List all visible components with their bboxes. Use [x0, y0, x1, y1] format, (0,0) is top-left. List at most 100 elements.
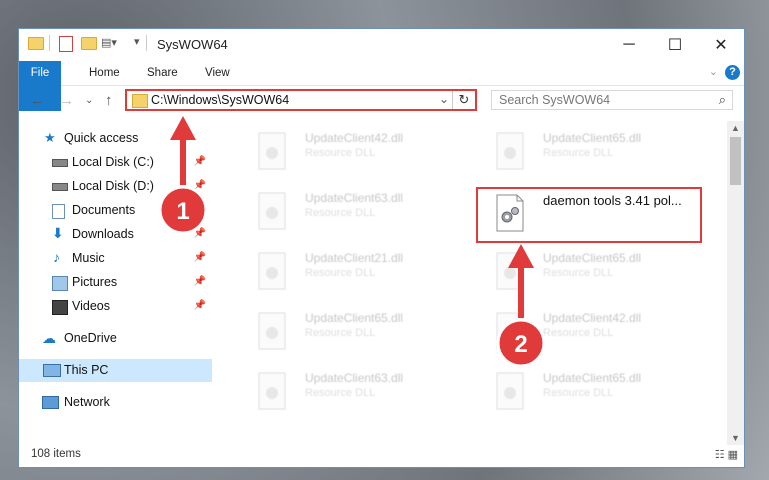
nav-item-this-pc[interactable]: This PC	[19, 359, 212, 382]
nav-item-downloads[interactable]: ⬇ Downloads 📌	[19, 223, 212, 246]
pin-icon: 📌	[193, 156, 206, 167]
file-type: Resource DLL	[543, 387, 614, 399]
recent-locations-icon[interactable]: ⌄	[85, 95, 93, 106]
file-name: UpdateClient65.dll	[305, 311, 404, 325]
pin-icon: 📌	[193, 276, 206, 287]
nav-item-network[interactable]: Network	[19, 391, 212, 414]
file-item[interactable]: UpdateClient63.dll Resource DLL	[237, 367, 467, 417]
nav-item-label: Pictures	[72, 275, 118, 289]
file-item[interactable]: UpdateClient42.dll Resource DLL	[237, 127, 467, 177]
pictures-icon	[52, 276, 68, 291]
nav-item-label: This PC	[64, 363, 109, 377]
item-count: 108 items	[31, 448, 81, 460]
address-bar[interactable]: C:\Windows\SysWOW64 ⌄ ↻	[125, 89, 477, 111]
file-name: UpdateClient63.dll	[305, 191, 404, 205]
chevron-down-icon[interactable]: ▾	[134, 35, 140, 48]
folder-icon	[132, 94, 148, 108]
dll-file-icon	[258, 192, 286, 230]
search-box[interactable]: Search SysWOW64 ⌕	[491, 90, 733, 110]
vertical-scrollbar[interactable]: ▲ ▼	[727, 121, 744, 445]
nav-item-music[interactable]: ♪ Music 📌	[19, 247, 212, 270]
nav-item-documents[interactable]: Documents 📌	[19, 199, 212, 222]
pin-icon: 📌	[193, 252, 206, 263]
file-name: UpdateClient42.dll	[305, 131, 404, 145]
chevron-down-icon[interactable]: ⌄	[439, 92, 449, 106]
nav-item-label: Local Disk (C:)	[72, 155, 154, 169]
nav-item-videos[interactable]: Videos 📌	[19, 295, 212, 318]
file-name: UpdateClient63.dll	[305, 371, 404, 385]
forward-button[interactable]: →	[59, 92, 74, 109]
dll-file-icon	[258, 132, 286, 170]
dll-file-icon	[258, 312, 286, 350]
nav-item-onedrive[interactable]: ☁ OneDrive	[19, 327, 212, 350]
file-item[interactable]: UpdateClient65.dll Resource DLL	[237, 307, 467, 357]
view-toggle-icons[interactable]: ☷ ▦	[715, 448, 738, 461]
nav-item-quick-access[interactable]: ★ Quick access	[19, 127, 212, 150]
refresh-button[interactable]: ↻	[452, 91, 475, 109]
customize-quick-access-icon[interactable]: ▤▾	[101, 36, 117, 49]
pc-icon	[43, 364, 61, 377]
file-type: Resource DLL	[305, 147, 376, 159]
nav-item-label: Quick access	[64, 131, 139, 145]
file-item[interactable]: UpdateClient21.dll Resource DLL	[237, 247, 467, 297]
nav-item-local-disk-d[interactable]: Local Disk (D:) 📌	[19, 175, 212, 198]
file-item[interactable]: UpdateClient63.dll Resource DLL	[237, 187, 467, 237]
ribbon: File Home Share View ⌄ ?	[19, 61, 744, 111]
documents-icon	[52, 204, 65, 219]
scrollbar-thumb[interactable]	[730, 137, 741, 185]
nav-item-pictures[interactable]: Pictures 📌	[19, 271, 212, 294]
pin-icon: 📌	[193, 204, 206, 215]
scroll-up-icon[interactable]: ▲	[731, 123, 740, 133]
close-button[interactable]: ✕	[698, 29, 744, 61]
navigation-pane: ★ Quick access Local Disk (C:) 📌 Local D…	[19, 121, 212, 441]
tab-view[interactable]: View	[197, 61, 238, 85]
scroll-down-icon[interactable]: ▼	[731, 433, 740, 443]
file-item[interactable]: UpdateClient65.dll Resource DLL	[475, 367, 705, 417]
navigation-bar: ← → ⌄ ↑ C:\Windows\SysWOW64 ⌄ ↻ Search S…	[19, 86, 744, 118]
window-title: SysWOW64	[157, 37, 228, 52]
file-list: UpdateClient42.dll Resource DLL UpdateCl…	[217, 121, 729, 441]
file-type: Resource DLL	[305, 327, 376, 339]
dll-file-icon	[496, 312, 524, 350]
music-icon: ♪	[53, 249, 60, 265]
file-item[interactable]: UpdateClient65.dll Resource DLL	[475, 127, 705, 177]
nav-item-label: OneDrive	[64, 331, 117, 345]
file-name: UpdateClient65.dll	[543, 131, 642, 145]
pin-icon: 📌	[193, 300, 206, 311]
download-icon: ⬇	[52, 225, 64, 241]
nav-item-label: Videos	[72, 299, 110, 313]
nav-item-label: Downloads	[72, 227, 134, 241]
tab-share[interactable]: Share	[139, 61, 186, 85]
file-item[interactable]: UpdateClient65.dll Resource DLL	[475, 247, 705, 297]
new-folder-icon[interactable]	[81, 37, 97, 50]
file-type: Resource DLL	[305, 267, 376, 279]
tab-home[interactable]: Home	[81, 61, 128, 85]
videos-icon	[52, 300, 68, 315]
help-icon[interactable]: ?	[725, 65, 740, 80]
up-button[interactable]: ↑	[105, 92, 113, 109]
dll-file-icon	[496, 372, 524, 410]
status-bar: 108 items ☷ ▦	[19, 443, 744, 467]
minimize-button[interactable]: ─	[606, 29, 652, 61]
back-button[interactable]: ←	[30, 92, 45, 109]
file-item[interactable]: UpdateClient42.dll Resource DLL	[475, 307, 705, 357]
dll-file-icon	[258, 252, 286, 290]
search-input[interactable]: Search SysWOW64	[499, 93, 610, 107]
file-type: Resource DLL	[305, 387, 376, 399]
properties-icon[interactable]	[59, 36, 73, 52]
file-explorer-window: ▤▾ ▾ SysWOW64 ─ ☐ ✕ File Home Share View…	[18, 28, 745, 468]
pin-icon: 📌	[193, 228, 206, 239]
maximize-button[interactable]: ☐	[652, 29, 698, 61]
folder-icon	[28, 37, 44, 50]
file-type: Resource DLL	[543, 267, 614, 279]
search-icon[interactable]: ⌕	[719, 92, 726, 108]
nav-item-label: Network	[64, 395, 110, 409]
pin-icon: 📌	[193, 180, 206, 191]
expand-ribbon-icon[interactable]: ⌄	[709, 65, 718, 78]
file-name: UpdateClient65.dll	[543, 251, 642, 265]
file-name: UpdateClient65.dll	[543, 371, 642, 385]
address-path[interactable]: C:\Windows\SysWOW64	[151, 93, 289, 107]
divider	[49, 35, 50, 51]
nav-item-local-disk-c[interactable]: Local Disk (C:) 📌	[19, 151, 212, 174]
cloud-icon: ☁	[42, 330, 56, 346]
